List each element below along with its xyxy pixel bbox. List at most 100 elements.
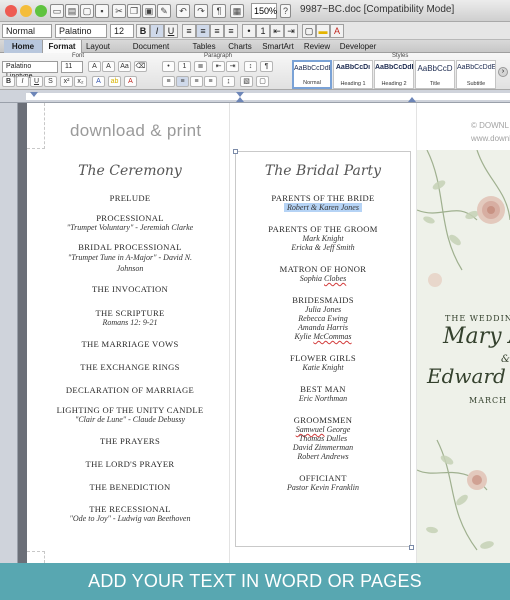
zoom-select[interactable]: 150% <box>251 3 277 19</box>
shading-icon[interactable]: ▧ <box>240 76 253 87</box>
sidebar-icon[interactable]: ▦ <box>230 4 244 18</box>
tab-developer[interactable]: Developer <box>336 40 380 53</box>
increase-indent-icon[interactable]: ⇥ <box>226 61 239 72</box>
subscript-icon[interactable]: x₂ <box>74 76 87 87</box>
style-heading-2[interactable]: AaBbCcDdE Heading 2 <box>374 60 414 89</box>
help-icon[interactable]: ? <box>280 4 291 18</box>
ribbon-font-color-icon[interactable]: A <box>124 76 137 87</box>
party-name: George <box>324 425 351 434</box>
strikethrough-icon[interactable]: S <box>44 76 57 87</box>
change-case-icon[interactable]: Aa <box>118 61 131 72</box>
paste-icon[interactable]: ▣ <box>142 4 156 18</box>
italic-button[interactable]: I <box>150 24 164 38</box>
decrease-indent-icon[interactable]: ⇤ <box>212 61 225 72</box>
open-icon[interactable]: ▢ <box>80 4 94 18</box>
zoom-window-button[interactable] <box>35 5 47 17</box>
underline-button[interactable]: U <box>164 24 178 38</box>
superscript-icon[interactable]: x² <box>60 76 73 87</box>
ribbon-bold-icon[interactable]: B <box>2 76 15 87</box>
bullets-button[interactable]: • <box>242 24 256 38</box>
redo-icon[interactable]: ↷ <box>194 4 208 18</box>
tab-layout[interactable]: Layout <box>82 40 114 53</box>
ribbon-size-select[interactable]: 11 <box>61 61 83 73</box>
ribbon-align-right-icon[interactable]: ≡ <box>190 76 203 87</box>
cut-icon[interactable]: ✂ <box>112 4 126 18</box>
style-subtitle[interactable]: AaBbCcDdE Subtitle <box>456 60 496 89</box>
resize-handle[interactable] <box>409 545 414 550</box>
program-item: THE INVOCATION <box>91 284 169 294</box>
shrink-font-icon[interactable]: A <box>102 61 115 72</box>
program-item: THE LORD'S PRAYER <box>85 459 175 469</box>
font-select[interactable]: Palatino Lino <box>55 24 107 48</box>
document-page[interactable]: download & print © DOWNL www.downlo The … <box>27 103 510 563</box>
ribbon-align-left-icon[interactable]: ≡ <box>162 76 175 87</box>
text-effects-icon[interactable]: A <box>92 76 105 87</box>
right-indent-marker-icon[interactable] <box>408 97 416 102</box>
crop-mark <box>27 551 45 563</box>
template-icon[interactable]: ▤ <box>65 4 79 18</box>
tab-review[interactable]: Review <box>300 40 334 53</box>
format-painter-icon[interactable]: ✎ <box>157 4 171 18</box>
tab-charts[interactable]: Charts <box>224 40 256 53</box>
font-size-select[interactable]: 12 <box>110 24 134 38</box>
ribbon-italic-icon[interactable]: I <box>16 76 29 87</box>
outdent-button[interactable]: ⇤ <box>270 24 284 38</box>
clear-formatting-icon[interactable]: ⌫ <box>134 61 147 72</box>
tab-tables[interactable]: Tables <box>188 40 220 53</box>
align-center-button[interactable]: ≡ <box>196 24 210 38</box>
left-indent-marker-icon[interactable] <box>30 92 38 97</box>
borders-button[interactable]: ▢ <box>302 24 316 38</box>
align-right-button[interactable]: ≡ <box>210 24 224 38</box>
font-color-button[interactable]: A <box>330 24 344 38</box>
cover-panel[interactable]: THE WEDDING Mary A & Edward M MARCH <box>417 150 510 563</box>
misspelled-word[interactable]: McCommas <box>313 332 351 341</box>
horizontal-ruler[interactable] <box>0 90 510 103</box>
ceremony-column[interactable]: The Ceremony PRELUDE PROCESSIONAL "Trump… <box>35 163 225 523</box>
justify-button[interactable]: ≡ <box>224 24 238 38</box>
numbering-button[interactable]: 1 <box>256 24 270 38</box>
new-document-icon[interactable]: ▭ <box>50 4 64 18</box>
style-heading-1[interactable]: AaBbCcDı Heading 1 <box>333 60 373 89</box>
hanging-indent-icon[interactable] <box>236 97 244 102</box>
misspelled-word[interactable]: Samwuel <box>296 425 325 434</box>
copy-icon[interactable]: ❐ <box>127 4 141 18</box>
multilevel-list-icon[interactable]: ≣ <box>194 61 207 72</box>
ribbon-borders-icon[interactable]: ▢ <box>256 76 269 87</box>
ribbon-justify-icon[interactable]: ≡ <box>204 76 217 87</box>
style-select[interactable]: Normal <box>2 24 52 38</box>
align-left-button[interactable]: ≡ <box>182 24 196 38</box>
tab-smartart[interactable]: SmartArt <box>258 40 298 53</box>
ribbon-panel: Font Paragraph Styles Palatino Linotype … <box>0 53 510 90</box>
paragraph-marks-icon[interactable]: ¶ <box>212 4 226 18</box>
styles-scroll-icon[interactable]: › <box>498 67 508 77</box>
party-name-selected[interactable]: Robert & Karen Jones <box>284 203 362 212</box>
bold-button[interactable]: B <box>136 24 150 38</box>
style-title[interactable]: AaBbCcD Title <box>415 60 455 89</box>
save-icon[interactable]: ▪ <box>95 4 109 18</box>
highlight-button[interactable]: ▬ <box>316 24 330 38</box>
resize-handle[interactable] <box>233 149 238 154</box>
show-marks-icon[interactable]: ¶ <box>260 61 273 72</box>
sort-icon[interactable]: ↕ <box>244 61 257 72</box>
ribbon-font-select[interactable]: Palatino Linotype <box>2 61 58 80</box>
tab-format[interactable]: Format <box>42 40 82 53</box>
minimize-window-button[interactable] <box>20 5 32 17</box>
grow-font-icon[interactable]: A <box>88 61 101 72</box>
program-item: THE BENEDICTION <box>89 482 171 492</box>
misspelled-word[interactable]: Clobes <box>324 274 346 283</box>
ribbon-align-center-icon[interactable]: ≡ <box>176 76 189 87</box>
ribbon-numbering-icon[interactable]: 1 <box>178 61 191 72</box>
line-spacing-icon[interactable]: ↨ <box>222 76 235 87</box>
undo-icon[interactable]: ↶ <box>176 4 190 18</box>
ribbon-highlight-icon[interactable]: ab <box>108 76 121 87</box>
ribbon-bullets-icon[interactable]: • <box>162 61 175 72</box>
vertical-ruler[interactable] <box>0 103 18 563</box>
ribbon-underline-icon[interactable]: U <box>30 76 43 87</box>
style-normal[interactable]: AaBbCcDdEe Normal <box>292 60 332 89</box>
party-name: Pastor Kevin Franklin <box>287 483 359 492</box>
close-window-button[interactable] <box>5 5 17 17</box>
tab-document-elements[interactable]: Document Elements <box>116 40 186 64</box>
indent-button[interactable]: ⇥ <box>284 24 298 38</box>
tab-home[interactable]: Home <box>4 40 42 53</box>
bridal-party-column[interactable]: The Bridal Party PARENTS OF THE BRIDE Ro… <box>237 163 409 492</box>
